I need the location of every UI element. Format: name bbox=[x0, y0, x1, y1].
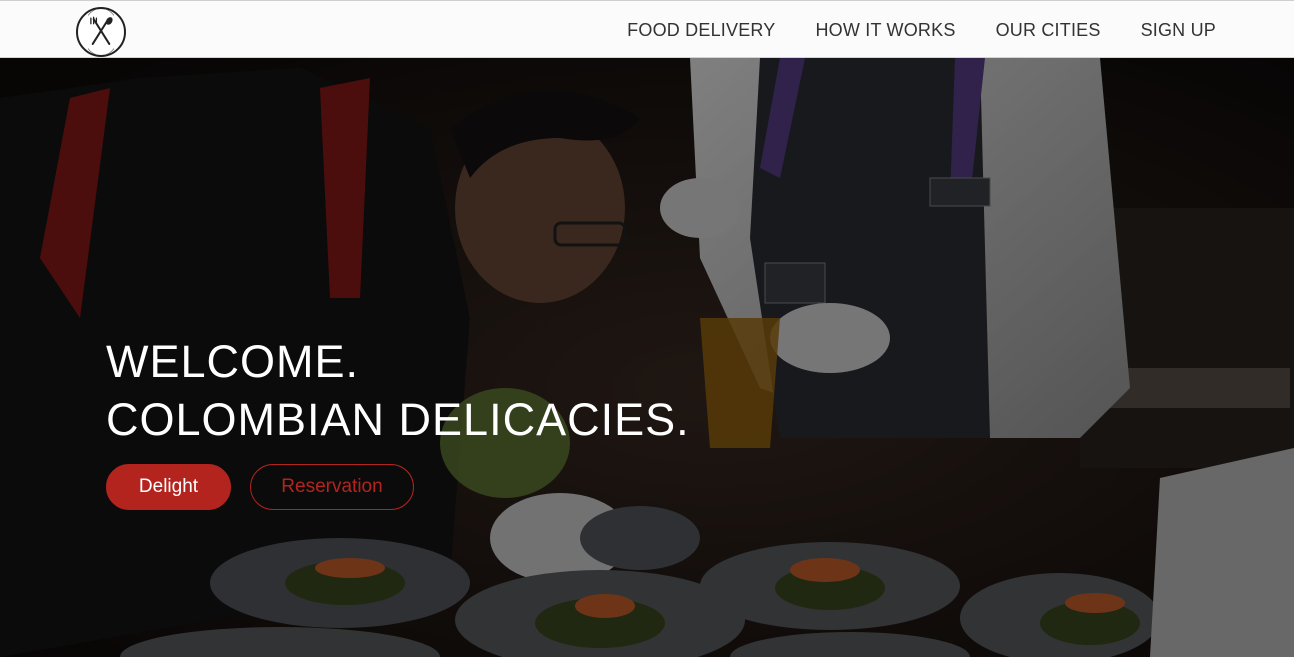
delight-button[interactable]: Delight bbox=[106, 464, 231, 510]
hero-headline: WELCOME. COLOMBIAN DELICACIES. bbox=[106, 333, 690, 449]
main-nav: FOOD DELIVERY HOW IT WORKS OUR CITIES SI… bbox=[627, 1, 1216, 59]
logo[interactable] bbox=[76, 7, 126, 57]
reservation-button[interactable]: Reservation bbox=[250, 464, 414, 510]
nav-how-it-works[interactable]: HOW IT WORKS bbox=[815, 20, 955, 41]
site-header: FOOD DELIVERY HOW IT WORKS OUR CITIES SI… bbox=[0, 0, 1294, 58]
headline-line-1: WELCOME. bbox=[106, 336, 360, 387]
fork-and-spoon-icon bbox=[87, 9, 115, 55]
nav-sign-up[interactable]: SIGN UP bbox=[1141, 20, 1216, 41]
nav-food-delivery[interactable]: FOOD DELIVERY bbox=[627, 20, 775, 41]
headline-line-2: COLOMBIAN DELICACIES. bbox=[106, 394, 690, 445]
nav-our-cities[interactable]: OUR CITIES bbox=[996, 20, 1101, 41]
